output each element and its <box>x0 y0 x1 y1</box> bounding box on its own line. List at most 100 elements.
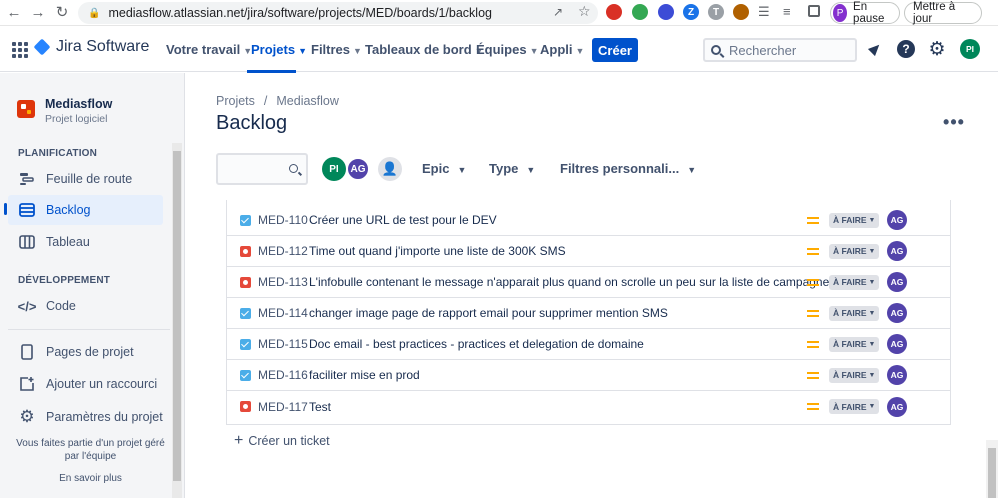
notifications-icon[interactable] <box>866 40 884 58</box>
assignee-avatar[interactable]: AG <box>887 334 907 354</box>
breadcrumb-projects[interactable]: Projets <box>216 94 255 108</box>
sidebar-item-code[interactable]: </> Code <box>8 291 163 321</box>
chevron-down-icon: ▼ <box>457 165 467 175</box>
product-name: Jira Software <box>56 38 150 55</box>
update-button[interactable]: Mettre à jour <box>904 1 982 25</box>
extension-icon[interactable] <box>658 4 674 20</box>
sidebar-item-label: Tableau <box>46 235 90 249</box>
issue-key[interactable]: MED-114 <box>258 306 308 320</box>
sidebar-item-add-shortcut[interactable]: Ajouter un raccourci <box>8 369 163 399</box>
list-item[interactable]: MED-115 Doc email - best practices - pra… <box>227 329 950 360</box>
status-dropdown[interactable]: À FAIRE ▼ <box>829 243 880 259</box>
app-switcher-icon[interactable] <box>12 42 28 58</box>
settings-gear-icon[interactable]: ⚙ <box>928 39 946 60</box>
address-bar[interactable]: 🔒 mediasflow.atlassian.net/jira/software… <box>78 2 598 24</box>
list-item[interactable]: MED-116 faciliter mise en prod À FAIRE ▼ … <box>227 360 950 391</box>
status-dropdown[interactable]: À FAIRE ▼ <box>829 274 880 290</box>
back-icon[interactable]: ← <box>4 4 24 21</box>
sidebar-item-project-pages[interactable]: Pages de projet <box>8 337 163 367</box>
filter-epic[interactable]: Epic ▼ <box>422 161 466 176</box>
url-text: mediasflow.atlassian.net/jira/software/p… <box>108 6 492 20</box>
filter-type[interactable]: Type ▼ <box>489 161 535 176</box>
share-icon[interactable]: ↗ <box>553 5 563 19</box>
list-item[interactable]: MED-117 Test À FAIRE ▼ AG <box>227 391 950 422</box>
main-scrollbar[interactable] <box>986 440 998 498</box>
issue-summary[interactable]: Test <box>309 400 331 414</box>
sidebar-item-backlog[interactable]: Backlog <box>8 195 163 225</box>
search-icon <box>289 164 298 173</box>
scrollbar-thumb[interactable] <box>173 151 181 481</box>
help-icon[interactable]: ? <box>897 40 915 58</box>
list-item[interactable]: MED-112 Time out quand j'importe une lis… <box>227 236 950 267</box>
jira-logo[interactable]: Jira Software <box>33 38 150 56</box>
status-dropdown[interactable]: À FAIRE ▼ <box>829 305 880 321</box>
reload-icon[interactable]: ↻ <box>52 3 72 21</box>
issue-summary[interactable]: faciliter mise en prod <box>309 368 420 382</box>
sidebar-item-roadmap[interactable]: Feuille de route <box>8 164 163 194</box>
list-item[interactable]: MED-110 Créer une URL de test pour le DE… <box>227 205 950 236</box>
project-name[interactable]: Mediasflow <box>45 97 112 111</box>
filter-custom[interactable]: Filtres personnali... ▼ <box>560 161 696 176</box>
assignee-avatar[interactable]: AG <box>887 365 907 385</box>
issue-summary[interactable]: Time out quand j'importe une liste de 30… <box>309 244 566 258</box>
status-dropdown[interactable]: À FAIRE ▼ <box>829 367 880 383</box>
gear-icon: ⚙ <box>19 407 35 426</box>
filter-avatar-ag[interactable]: AG <box>346 157 370 181</box>
issue-key[interactable]: MED-110 <box>258 213 308 227</box>
nav-dashboards[interactable]: Tableaux de bord ▼ <box>365 42 484 57</box>
issue-summary[interactable]: changer image page de rapport email pour… <box>309 306 668 320</box>
filter-avatar-pi[interactable]: PI <box>322 157 346 181</box>
extension-icon[interactable] <box>733 4 749 20</box>
issue-key[interactable]: MED-112 <box>258 244 308 258</box>
extension-icon[interactable]: Z <box>683 4 699 20</box>
assignee-avatar[interactable]: AG <box>887 272 907 292</box>
status-dropdown[interactable]: À FAIRE ▼ <box>829 336 880 352</box>
extension-icon[interactable]: T <box>708 4 724 20</box>
breadcrumb-project[interactable]: Mediasflow <box>276 94 339 108</box>
scrollbar-thumb[interactable] <box>988 448 996 498</box>
sidebar-scrollbar[interactable] <box>172 143 182 498</box>
create-ticket-button[interactable]: + Créer un ticket <box>234 432 330 450</box>
issue-summary[interactable]: L'infobulle contenant le message n'appar… <box>309 275 829 289</box>
assignee-avatar[interactable]: AG <box>887 396 907 417</box>
status-dropdown[interactable]: À FAIRE ▼ <box>829 212 880 228</box>
more-actions-icon[interactable]: ••• <box>940 110 968 134</box>
sidebar-item-board[interactable]: Tableau <box>8 227 163 257</box>
nav-your-work[interactable]: Votre travail ▼ <box>166 42 252 57</box>
active-item-indicator <box>4 203 7 215</box>
issue-summary[interactable]: Créer une URL de test pour le DEV <box>309 213 497 227</box>
status-dropdown[interactable]: À FAIRE ▼ <box>829 399 880 414</box>
bookmark-star-icon[interactable]: ☆ <box>578 3 591 20</box>
search-input[interactable]: Rechercher <box>703 38 857 62</box>
nav-teams[interactable]: Équipes ▼ <box>476 42 539 57</box>
learn-more-link[interactable]: En savoir plus <box>8 472 173 485</box>
side-panel-icon[interactable] <box>808 5 820 17</box>
issue-key[interactable]: MED-116 <box>258 368 308 382</box>
list-item[interactable]: MED-114 changer image page de rapport em… <box>227 298 950 329</box>
create-button[interactable]: Créer <box>592 38 638 62</box>
status-label: À FAIRE <box>833 246 867 256</box>
issue-summary[interactable]: Doc email - best practices - practices e… <box>309 337 644 351</box>
add-people-icon[interactable]: 👤 <box>378 157 402 181</box>
puzzle-icon[interactable]: ☰ <box>758 4 770 20</box>
issue-key[interactable]: MED-113 <box>258 275 308 289</box>
issue-key[interactable]: MED-117 <box>258 400 308 414</box>
sidebar-item-project-settings[interactable]: ⚙ Paramètres du projet <box>8 402 163 432</box>
user-avatar[interactable]: PI <box>960 39 980 59</box>
assignee-avatar[interactable]: AG <box>887 241 907 261</box>
forward-icon[interactable]: → <box>28 4 48 21</box>
extension-icon[interactable] <box>632 4 648 20</box>
pause-pill[interactable]: P En pause <box>830 1 900 25</box>
status-label: À FAIRE <box>833 215 867 225</box>
chevron-down-icon: ▼ <box>687 165 697 175</box>
nav-apps[interactable]: Appli ▼ <box>540 42 584 57</box>
extension-icon[interactable] <box>606 4 622 20</box>
backlog-search-input[interactable] <box>216 153 308 185</box>
issue-key[interactable]: MED-115 <box>258 337 308 351</box>
nav-projects[interactable]: Projets ▼ <box>251 42 307 57</box>
assignee-avatar[interactable]: AG <box>887 303 907 323</box>
list-item[interactable]: MED-113 L'infobulle contenant le message… <box>227 267 950 298</box>
assignee-avatar[interactable]: AG <box>887 210 907 230</box>
reading-list-icon[interactable]: ≡ <box>783 4 791 19</box>
nav-filters[interactable]: Filtres ▼ <box>311 42 362 57</box>
